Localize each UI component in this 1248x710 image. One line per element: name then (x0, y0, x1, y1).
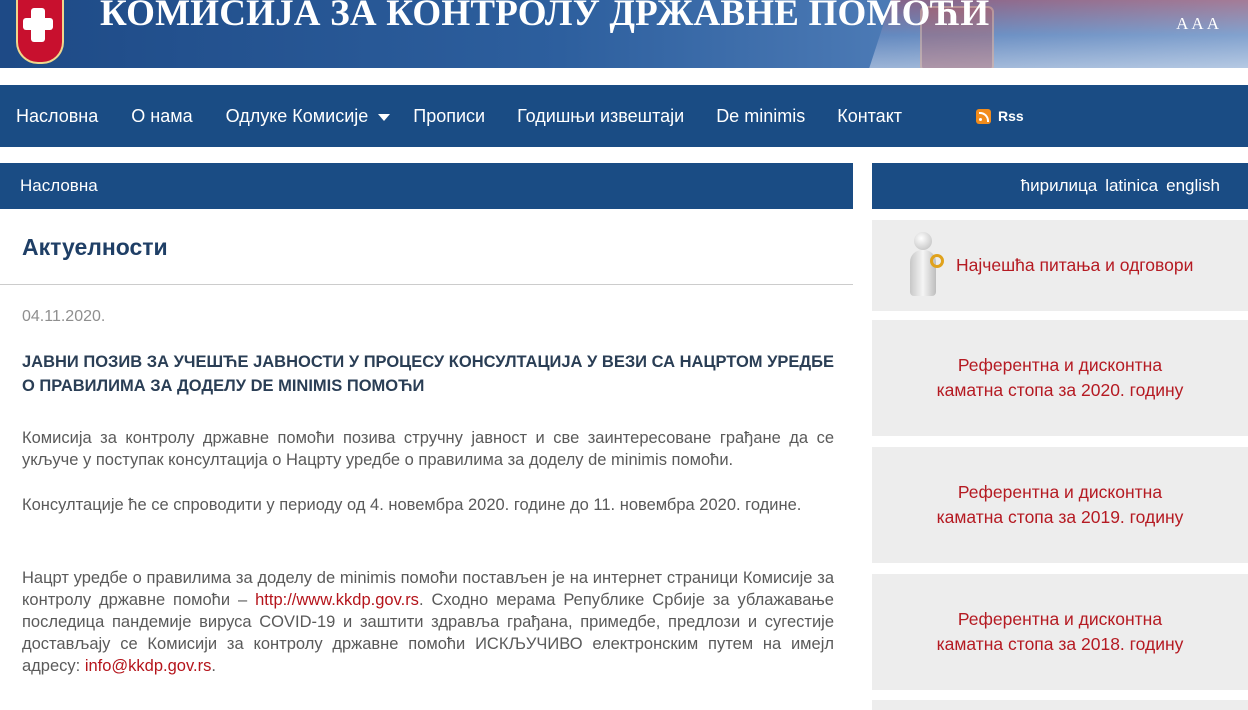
faq-label: Најчешћа питања и одговори (956, 255, 1194, 275)
paragraph-3-text-end: . (211, 657, 216, 675)
breadcrumb-home[interactable]: Насловна (20, 176, 98, 196)
post-date: 04.11.2020. (22, 308, 106, 325)
breadcrumb: Насловна (0, 163, 853, 209)
coat-of-arms-logo[interactable] (16, 0, 64, 64)
rate-box-2020[interactable]: Референтна и дисконтна каматна стопа за … (872, 320, 1248, 436)
rate-box-2018-line2: каматна стопа за 2018. годину (936, 634, 1184, 654)
rate-box-2019-line2: каматна стопа за 2019. годину (936, 507, 1184, 527)
rss-icon (976, 108, 992, 124)
rss-link[interactable]: Rss (976, 85, 1024, 147)
faq-figure-icon (902, 230, 946, 302)
post-title[interactable]: ЈАВНИ ПОЗИВ ЗА УЧЕШЋЕ ЈАВНОСТИ У ПРОЦЕСУ… (22, 350, 834, 398)
main-nav: Насловна О нама Одлуке Комисије Прописи … (0, 85, 1248, 147)
nav-item-about[interactable]: О нама (131, 85, 192, 147)
site-title[interactable]: КОМИСИЈА ЗА КОНТРОЛУ ДРЖАВНЕ ПОМОЋИ (100, 0, 989, 35)
font-size-controls[interactable]: AAA (1176, 14, 1222, 34)
rss-label: Rss (998, 108, 1024, 124)
nav-item-contact[interactable]: Контакт (837, 85, 902, 147)
email-link[interactable]: info@kkdp.gov.rs (85, 657, 212, 675)
sidebar-box-partial (872, 700, 1248, 710)
nav-item-de-minimis[interactable]: De minimis (716, 85, 805, 147)
post-paragraph-3: Нацрт уредбе о правилима за доделу de mi… (22, 567, 834, 677)
language-switcher: ћирилица latinica english (872, 163, 1248, 209)
rate-box-2019-text: Референтна и дисконтна каматна стопа за … (937, 480, 1184, 530)
lang-english[interactable]: english (1166, 176, 1220, 196)
post-paragraph-1: Комисија за контролу државне помоћи пози… (22, 429, 834, 469)
lang-cyrillic[interactable]: ћирилица (1021, 176, 1098, 196)
rate-box-2020-line1: Референтна и дисконтна (957, 355, 1163, 375)
nav-item-annual-reports[interactable]: Годишњи извештаји (517, 85, 684, 147)
site-header: КОМИСИЈА ЗА КОНТРОЛУ ДРЖАВНЕ ПОМОЋИ AAA (0, 0, 1248, 68)
divider (0, 284, 853, 285)
rate-box-2019-line1: Референтна и дисконтна (957, 482, 1163, 502)
rate-box-2018[interactable]: Референтна и дисконтна каматна стопа за … (872, 574, 1248, 690)
website-link[interactable]: http://www.kkdp.gov.rs (255, 591, 419, 609)
rate-box-2019[interactable]: Референтна и дисконтна каматна стопа за … (872, 447, 1248, 563)
section-title: Актуелности (22, 234, 168, 260)
rate-box-2018-line1: Референтна и дисконтна (957, 609, 1163, 629)
faq-figure-head (914, 232, 932, 250)
nav-item-home[interactable]: Насловна (16, 85, 98, 147)
chevron-down-icon (378, 114, 391, 121)
faq-box[interactable]: Најчешћа питања и одговори (872, 220, 1248, 311)
rate-box-2020-text: Референтна и дисконтна каматна стопа за … (937, 353, 1184, 403)
post-paragraph-2: Консултације ће се спроводити у периоду … (22, 496, 802, 514)
lang-latin[interactable]: latinica (1105, 176, 1158, 196)
rate-box-2020-line2: каматна стопа за 2020. годину (936, 380, 1184, 400)
nav-item-decisions-label: Одлуке Комисије (225, 105, 369, 126)
nav-item-regulations[interactable]: Прописи (413, 85, 485, 147)
rate-box-2018-text: Референтна и дисконтна каматна стопа за … (937, 607, 1184, 657)
magnifier-icon (930, 254, 944, 268)
nav-item-decisions[interactable]: Одлуке Комисије (226, 85, 391, 147)
